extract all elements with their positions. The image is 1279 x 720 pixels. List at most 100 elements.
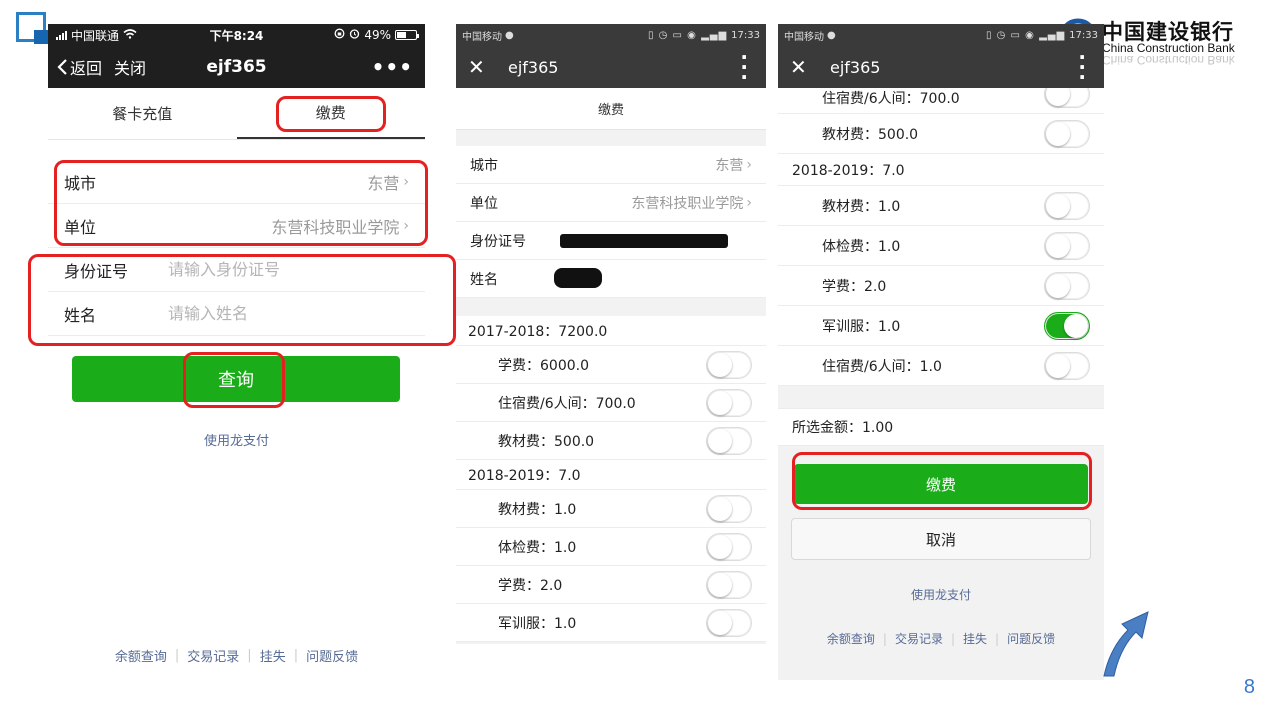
fee-toggle[interactable]: [1044, 352, 1090, 380]
footer-link-feedback[interactable]: 问题反馈: [306, 646, 358, 665]
fee-toggle[interactable]: [706, 495, 752, 523]
corner-decoration: [16, 12, 48, 44]
fee-item: 学费：2.0: [456, 566, 766, 604]
chevron-right-icon: ›: [746, 194, 752, 211]
nav-bar: 返回 关闭 ejf365 •••: [48, 46, 425, 88]
city-value: 东营: [715, 157, 744, 174]
footer-link-feedback[interactable]: 问题反馈: [1007, 630, 1055, 647]
chevron-right-icon: ›: [403, 217, 409, 234]
fee-item: 军训服：1.0: [778, 306, 1104, 346]
fee-item: 住宿费/6人间：1.0: [778, 346, 1104, 386]
fee-toggle[interactable]: [706, 427, 752, 455]
close-icon[interactable]: ✕: [468, 55, 485, 79]
carrier-label: 中国移动: [784, 31, 824, 43]
name-row: 姓名: [48, 292, 425, 336]
fee-toggle[interactable]: [706, 609, 752, 637]
unit-value: 东营科技职业学院: [271, 217, 400, 237]
nav-bar: ✕ ejf365 · · ·: [778, 46, 1104, 88]
more-vertical-icon[interactable]: · · ·: [740, 47, 748, 87]
footer-link-transactions[interactable]: 交易记录: [187, 646, 239, 665]
curved-arrow-icon: [1103, 611, 1149, 677]
location-section: 城市 东营 › 单位 东营科技职业学院 › 身份证号 姓名: [456, 146, 766, 298]
unit-label: 单位: [470, 195, 498, 212]
message-icon: ●: [827, 29, 836, 41]
fee-toggle[interactable]: [1044, 232, 1090, 260]
redacted-id: [560, 234, 728, 248]
close-icon[interactable]: ✕: [790, 55, 807, 79]
fee-toggle[interactable]: [1044, 120, 1090, 148]
phone-screenshot-pay: 中国移动 ● ▯ ◷ ▭ ◉ ▂▄▆ 17:33 ✕ ejf365 · · · 住宿…: [778, 24, 1104, 680]
year-header: 2018-2019：7.0: [456, 460, 766, 490]
footer-link-transactions[interactable]: 交易记录: [895, 630, 943, 647]
id-row: 身份证号: [48, 248, 425, 292]
chevron-right-icon: ›: [746, 156, 752, 173]
status-icons: ▯ ◷ ▭ ◉ ▂▄▆: [647, 29, 728, 41]
chevron-left-icon: [57, 59, 67, 75]
sub-header: 缴费: [456, 88, 766, 130]
fee-item: 学费：2.0: [778, 266, 1104, 306]
footer-link-balance[interactable]: 余额查询: [827, 630, 875, 647]
nav-bar: ✕ ejf365 · · ·: [456, 46, 766, 88]
city-label: 城市: [64, 173, 97, 193]
page-number: 8: [1243, 676, 1255, 698]
status-bar: 中国移动 ● ▯ ◷ ▭ ◉ ▂▄▆ 17:33: [456, 24, 766, 46]
dragon-pay-link[interactable]: 使用龙支付: [48, 430, 425, 449]
battery-percent: 49%: [364, 28, 391, 42]
page-title: ejf365: [206, 57, 267, 77]
footer-link-balance[interactable]: 余额查询: [115, 646, 167, 665]
fee-item: 住宿费/6人间：700.0: [456, 384, 766, 422]
alarm-icon: [349, 28, 360, 42]
fee-item: 教材费：500.0: [778, 114, 1104, 154]
fee-item: 体检费：1.0: [778, 226, 1104, 266]
fee-toggle[interactable]: [706, 389, 752, 417]
dragon-pay-link[interactable]: 使用龙支付: [778, 586, 1104, 603]
footer-link-report-loss[interactable]: 挂失: [963, 630, 987, 647]
identity-group: 身份证号 姓名: [48, 248, 425, 336]
footer-link-report-loss[interactable]: 挂失: [260, 646, 286, 665]
fee-toggle[interactable]: [1044, 312, 1090, 340]
battery-icon: [395, 30, 419, 40]
fee-item: 体检费：1.0: [456, 528, 766, 566]
fee-toggle[interactable]: [1044, 192, 1090, 220]
name-input[interactable]: [168, 304, 388, 323]
fee-list: 住宿费/6人间：700.0 教材费：500.0 2018-2019：7.0 教材…: [778, 88, 1104, 386]
carrier-label: 中国移动: [462, 31, 502, 43]
year-header: 2018-2019：7.0: [778, 154, 1104, 186]
fee-toggle[interactable]: [706, 571, 752, 599]
close-button[interactable]: 关闭: [114, 55, 146, 79]
city-value: 东营: [367, 173, 400, 193]
unit-selector[interactable]: 单位 东营科技职业学院 ›: [456, 184, 766, 222]
year-header: 2017-2018：7200.0: [456, 316, 766, 346]
fee-item: 学费：6000.0: [456, 346, 766, 384]
city-selector[interactable]: 城市 东营 ›: [456, 146, 766, 184]
tab-bar: 餐卡充值 缴费: [48, 88, 425, 140]
status-bar: 中国联通 下午8:24 49%: [48, 24, 425, 46]
fee-toggle[interactable]: [1044, 88, 1090, 108]
fee-toggle[interactable]: [706, 533, 752, 561]
unit-selector[interactable]: 单位 东营科技职业学院 ›: [48, 204, 425, 248]
footer-links: 余额查询 | 交易记录 | 挂失 | 问题反馈: [826, 630, 1056, 647]
cancel-button[interactable]: 取消: [791, 518, 1091, 560]
status-time: 17:33: [731, 29, 760, 41]
more-vertical-icon[interactable]: · · ·: [1078, 47, 1086, 87]
query-button[interactable]: 查询: [72, 356, 400, 402]
city-selector[interactable]: 城市 东营 ›: [48, 160, 425, 204]
tab-card-recharge[interactable]: 餐卡充值: [48, 88, 237, 139]
chevron-right-icon: ›: [403, 173, 409, 190]
fee-toggle[interactable]: [706, 351, 752, 379]
id-label: 身份证号: [470, 233, 526, 250]
fee-item: 教材费：1.0: [778, 186, 1104, 226]
id-number-input[interactable]: [168, 260, 388, 279]
fee-toggle[interactable]: [1044, 272, 1090, 300]
pay-button[interactable]: 缴费: [794, 464, 1088, 504]
tab-payment[interactable]: 缴费: [236, 88, 425, 139]
redacted-name: [554, 268, 602, 288]
more-button[interactable]: •••: [372, 55, 413, 79]
back-button[interactable]: 返回: [56, 55, 102, 79]
fee-item: 军训服：1.0: [456, 604, 766, 642]
fee-item: 住宿费/6人间：700.0: [778, 88, 1104, 114]
fee-list: 2017-2018：7200.0 学费：6000.0 住宿费/6人间：700.0…: [456, 316, 766, 642]
city-label: 城市: [470, 157, 498, 174]
unit-label: 单位: [64, 217, 97, 237]
name-label: 姓名: [64, 305, 97, 325]
